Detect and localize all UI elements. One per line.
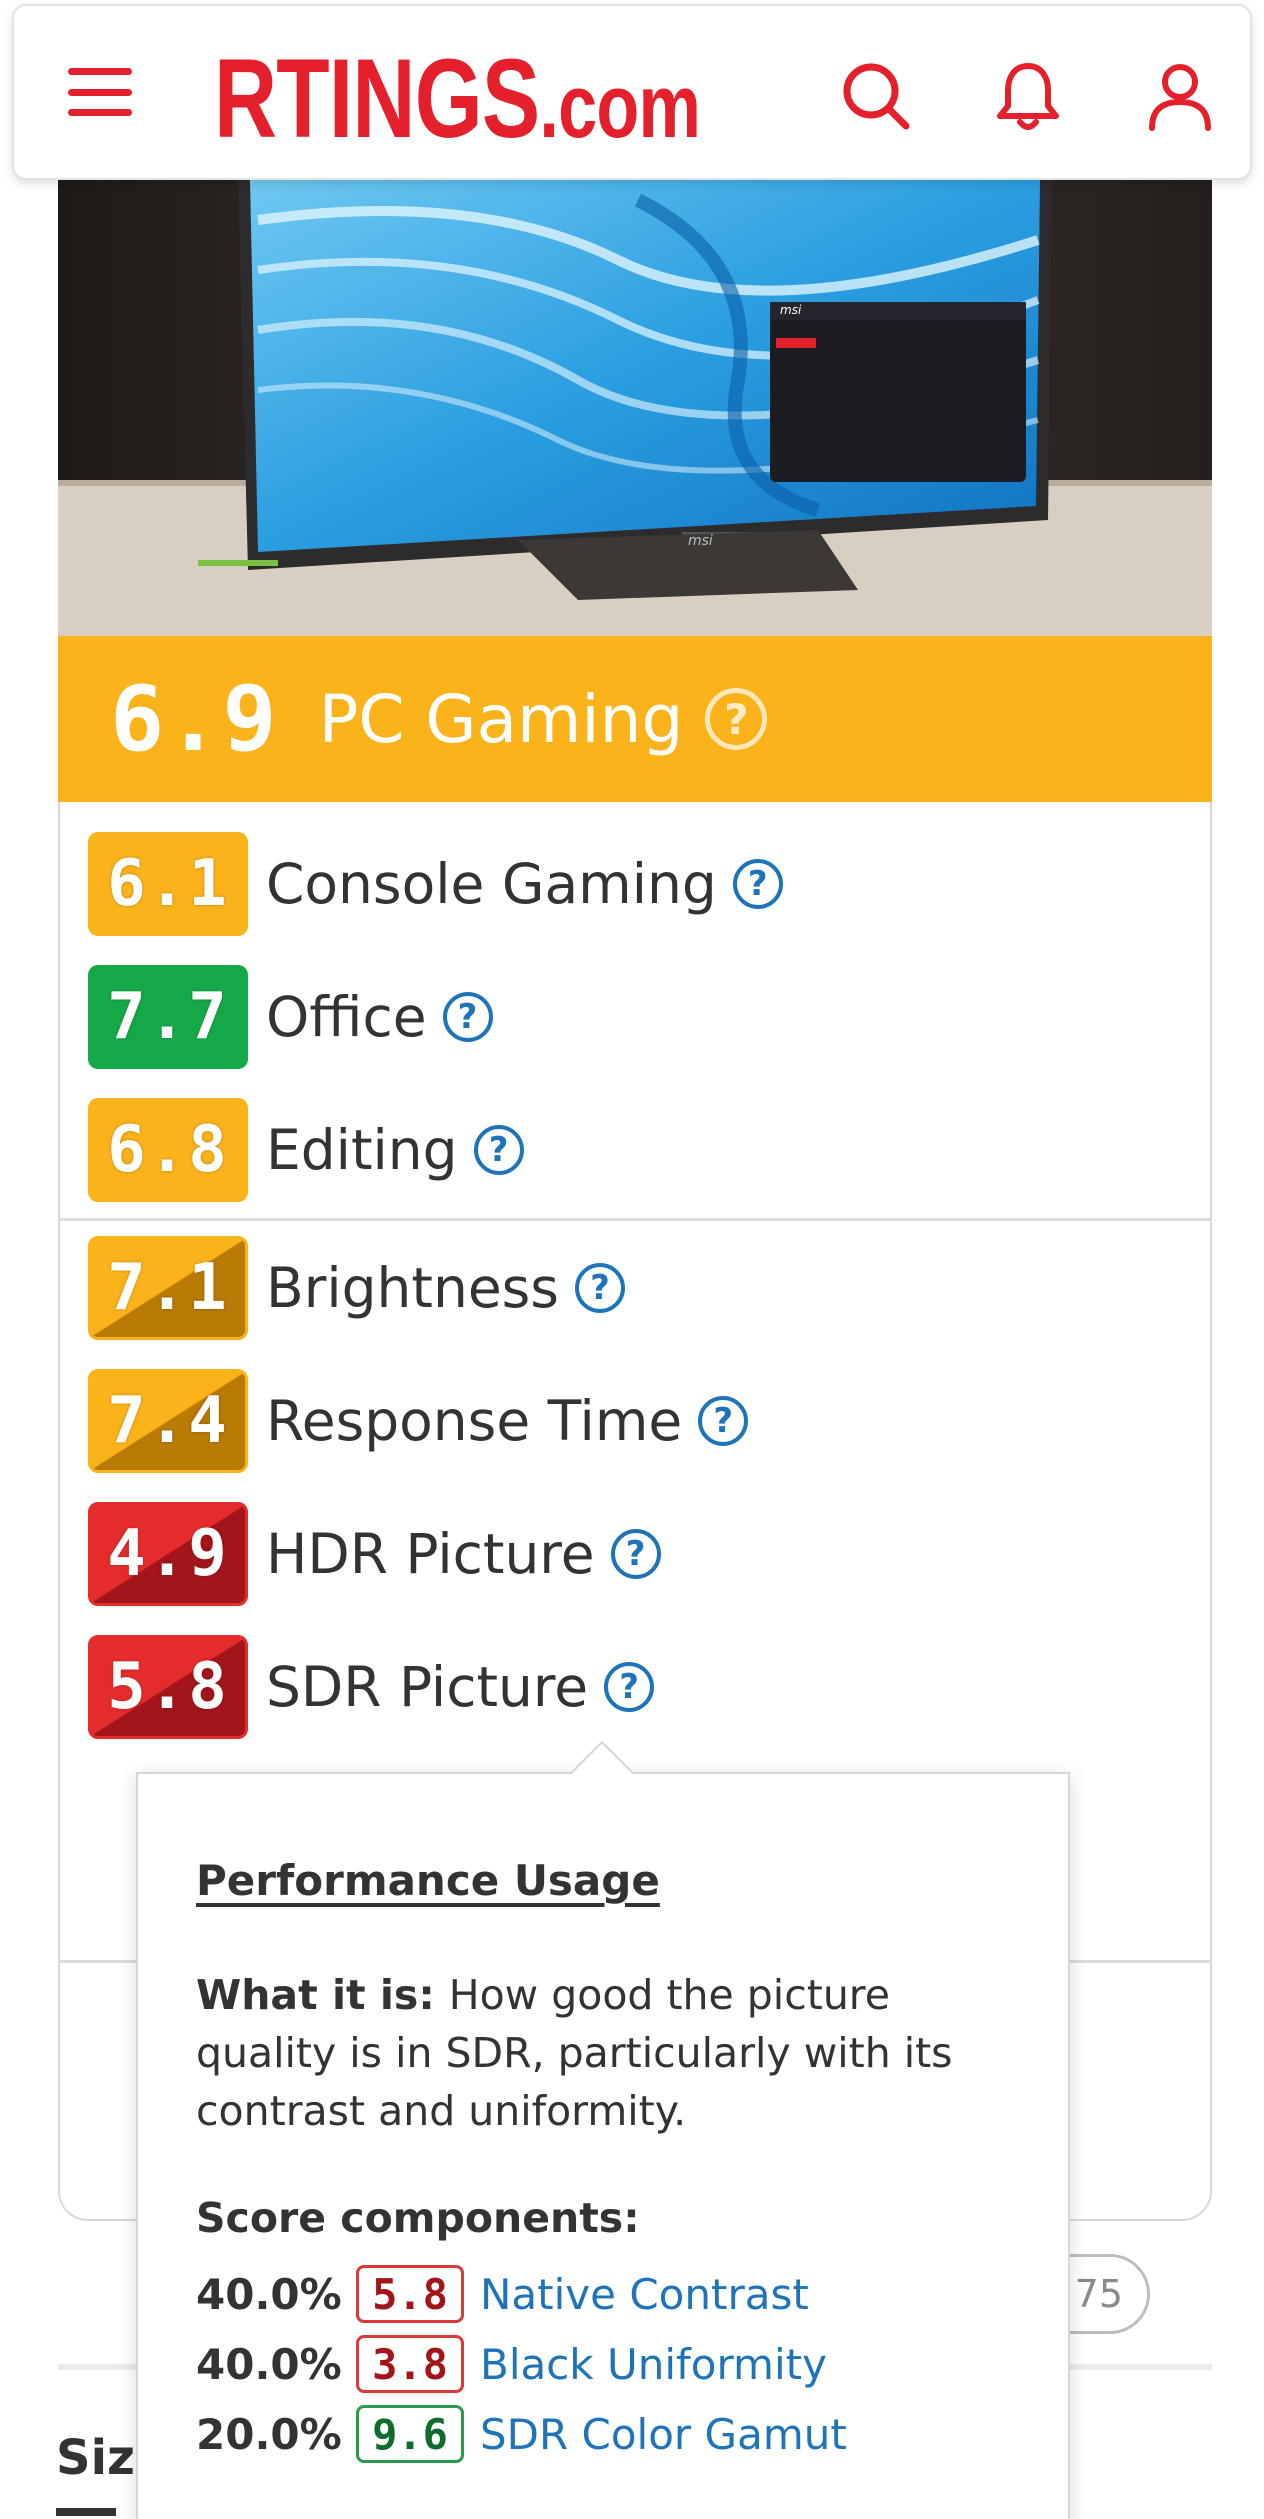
- site-header: RTINGS .com: [12, 4, 1252, 180]
- search-icon[interactable]: [838, 58, 914, 134]
- tooltip-description: What it is: How good the picture quality …: [196, 1966, 1016, 2140]
- component-weight: 20.0%: [196, 2409, 342, 2459]
- help-icon[interactable]: ?: [698, 1396, 749, 1446]
- score-badge: 7.7: [88, 965, 248, 1069]
- component-score: 3.8: [356, 2335, 464, 2393]
- score-badge: 6.8: [88, 1098, 248, 1202]
- performance-label: HDR Picture: [266, 1522, 595, 1586]
- help-icon[interactable]: ?: [732, 859, 783, 909]
- usage-label: Office: [266, 985, 427, 1049]
- usage-row-office: 7.7 Office ?: [88, 965, 493, 1069]
- component-score: 5.8: [356, 2265, 464, 2323]
- score-value: 6.1: [107, 847, 229, 921]
- component-row-native-contrast: 40.0% 5.8 Native Contrast: [196, 2264, 809, 2324]
- performance-row-hdr-picture: 4.9 HDR Picture ?: [88, 1502, 661, 1606]
- score-badge: 7.1: [88, 1236, 248, 1340]
- help-icon[interactable]: ?: [604, 1662, 655, 1712]
- component-row-black-uniformity: 40.0% 3.8 Black Uniformity: [196, 2334, 827, 2394]
- score-badge: 6.1: [88, 832, 248, 936]
- what-it-is-label: What it is:: [196, 1971, 435, 2019]
- primary-help-icon[interactable]: ?: [705, 688, 768, 750]
- usage-row-console-gaming: 6.1 Console Gaming ?: [88, 832, 783, 936]
- sdr-picture-tooltip: Performance Usage What it is: How good th…: [136, 1772, 1070, 2519]
- component-weight: 40.0%: [196, 2339, 342, 2389]
- score-value: 5.8: [107, 1650, 229, 1724]
- performance-label: Response Time: [266, 1389, 683, 1453]
- score-value: 7.1: [107, 1251, 229, 1325]
- performance-row-brightness: 7.1 Brightness ?: [88, 1236, 625, 1340]
- component-row-sdr-color-gamut: 20.0% 9.6 SDR Color Gamut: [196, 2404, 847, 2464]
- user-icon[interactable]: [1142, 58, 1218, 134]
- primary-score-label: PC Gaming: [318, 680, 684, 758]
- performance-label: SDR Picture: [266, 1655, 589, 1719]
- tooltip-title[interactable]: Performance Usage: [196, 1856, 660, 1905]
- component-score: 9.6: [356, 2405, 464, 2463]
- performance-label: Brightness: [266, 1256, 559, 1320]
- help-icon[interactable]: ?: [473, 1125, 524, 1175]
- usage-label: Console Gaming: [266, 852, 717, 916]
- logo-suffix-text: .com: [539, 57, 701, 157]
- stand-brand-text: msi: [688, 533, 713, 549]
- score-value: 6.8: [107, 1113, 229, 1187]
- component-link[interactable]: Black Uniformity: [480, 2340, 827, 2389]
- component-link[interactable]: SDR Color Gamut: [480, 2410, 847, 2459]
- usage-label: Editing: [266, 1118, 458, 1182]
- logo-main-text: RTINGS: [214, 36, 540, 161]
- score-components-title: Score components:: [196, 2194, 640, 2242]
- product-photo: msi msi: [58, 180, 1212, 636]
- help-icon[interactable]: ?: [610, 1529, 661, 1579]
- usage-row-editing: 6.8 Editing ?: [88, 1098, 524, 1202]
- score-value: 7.4: [107, 1384, 229, 1458]
- hamburger-menu-icon[interactable]: [64, 56, 136, 128]
- score-value: 4.9: [107, 1517, 229, 1591]
- score-badge: 4.9: [88, 1502, 248, 1606]
- site-logo[interactable]: RTINGS .com: [214, 34, 701, 161]
- performance-row-sdr-picture: 5.8 SDR Picture ?: [88, 1635, 655, 1739]
- size-subtext: [56, 2498, 136, 2519]
- section-divider: [58, 1218, 1212, 1221]
- score-badge: 5.8: [88, 1635, 248, 1739]
- score-badge: 7.4: [88, 1369, 248, 1473]
- component-link[interactable]: Native Contrast: [480, 2270, 809, 2319]
- screen-brand-text: msi: [780, 303, 802, 317]
- bell-icon[interactable]: [990, 58, 1066, 134]
- component-weight: 40.0%: [196, 2269, 342, 2319]
- primary-score-value: 6.9: [110, 666, 279, 772]
- primary-score-banner: 6.9 PC Gaming ?: [58, 636, 1212, 802]
- performance-row-response-time: 7.4 Response Time ?: [88, 1369, 749, 1473]
- page: RTINGS .com msi msi 6.9 PC Gaming ? 6.1 …: [0, 0, 1264, 2519]
- score-value: 7.7: [107, 980, 229, 1054]
- help-icon[interactable]: ?: [442, 992, 493, 1042]
- help-icon[interactable]: ?: [574, 1263, 625, 1313]
